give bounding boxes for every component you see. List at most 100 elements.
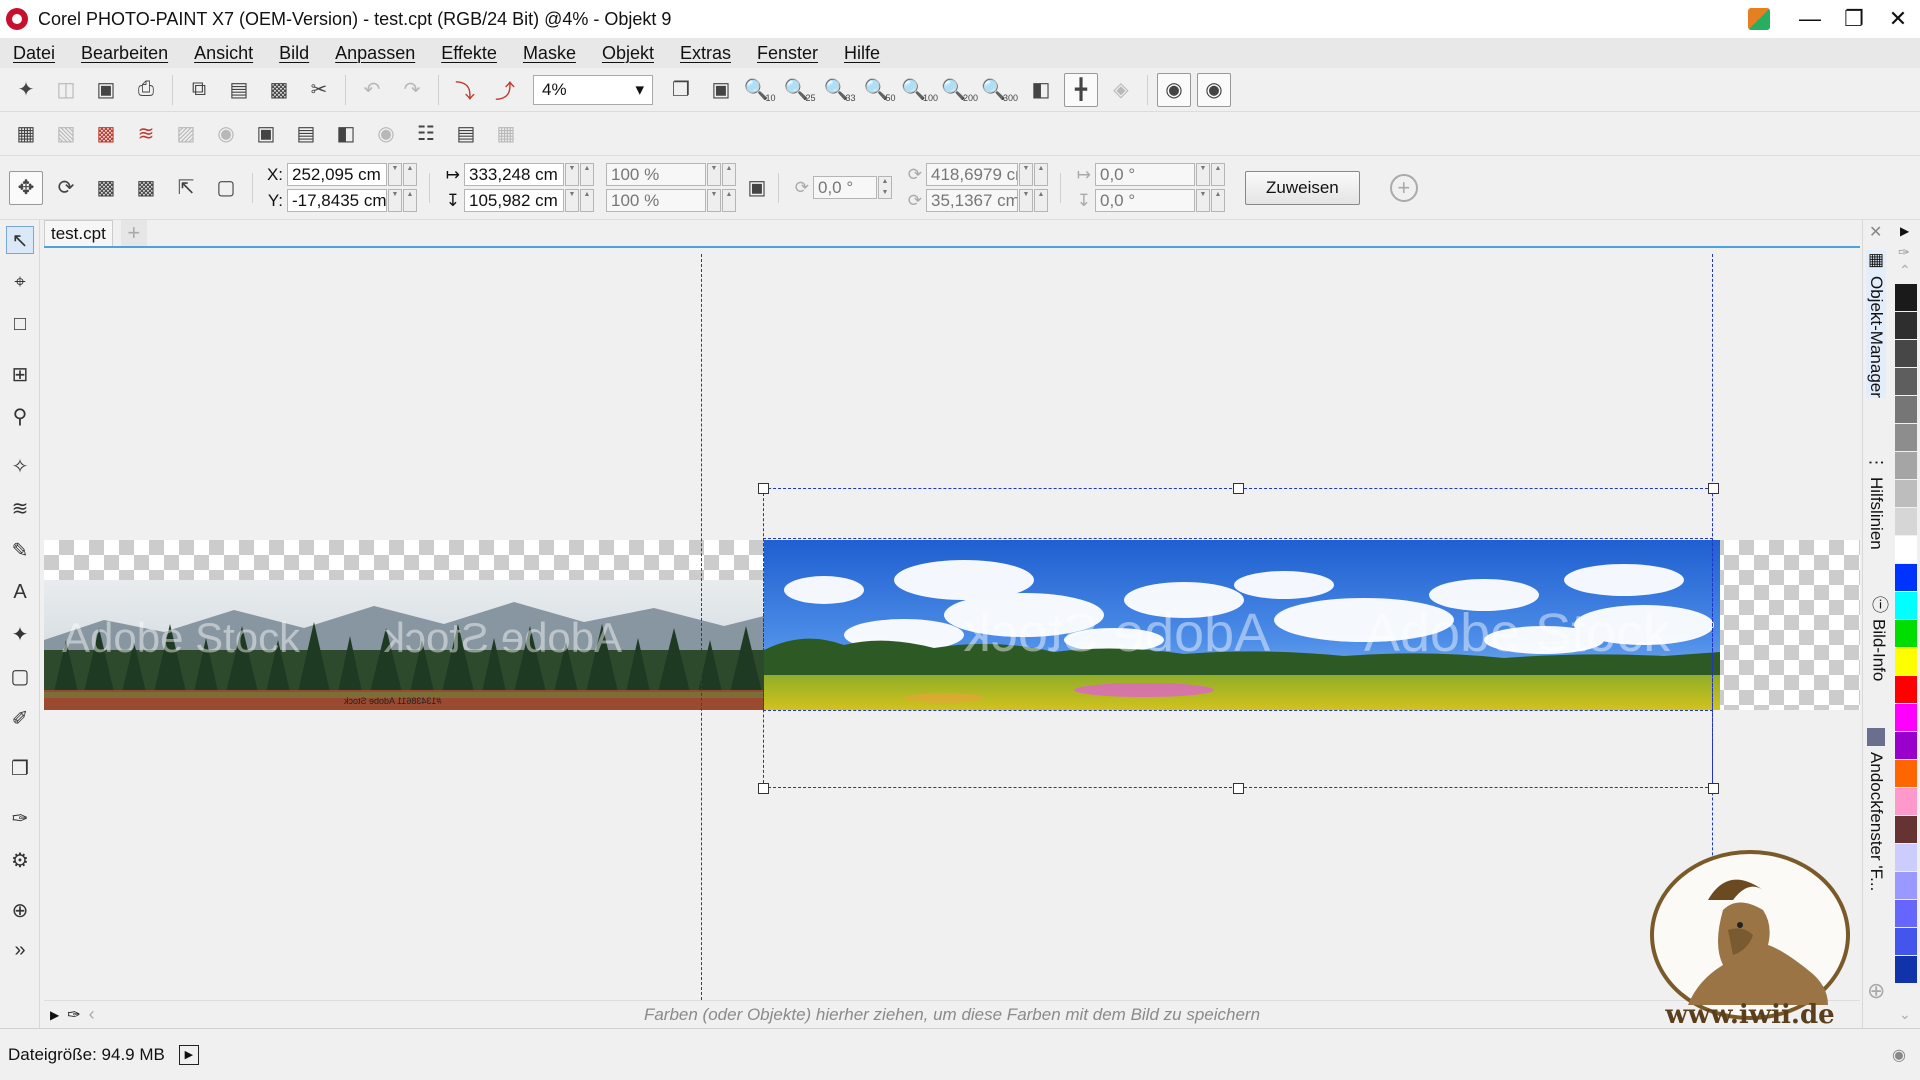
zoom-50-button[interactable]: 🔍 50	[864, 73, 898, 107]
color-channels-button[interactable]: ☷	[409, 117, 443, 151]
skew-v-nudge[interactable]: ▲	[1211, 189, 1225, 212]
scale-width-nudge[interactable]: ▲	[722, 163, 736, 186]
export-button[interactable]: ⤴	[488, 73, 522, 107]
x-nudge[interactable]: ▲	[403, 163, 417, 186]
color-swatch[interactable]	[1895, 928, 1917, 956]
mask-to-object-button[interactable]: ▨	[169, 117, 203, 151]
snap-to-guides-button[interactable]: ╋	[1064, 72, 1098, 107]
full-screen-preview-button[interactable]: ◧	[1024, 73, 1058, 107]
scale-width-input[interactable]: 100 %	[606, 163, 706, 186]
zoom-100-button[interactable]: 🔍 100	[901, 73, 938, 107]
color-swatch[interactable]	[1895, 424, 1917, 452]
create-object-button[interactable]: ▣	[249, 117, 283, 151]
rotate-mode-button[interactable]: ⟳	[49, 171, 83, 205]
docker-tab-image-info[interactable]: ⓘ Bild-Info	[1866, 596, 1891, 681]
mask-select-all-button[interactable]: ▦	[9, 117, 43, 151]
height-spinner[interactable]: ▼	[565, 189, 579, 212]
width-spinner[interactable]: ▼	[565, 163, 579, 186]
menu-fenster[interactable]: Fenster	[748, 43, 835, 64]
skew-mode-button[interactable]: ▩	[129, 171, 163, 205]
center-y-spinner[interactable]: ▼	[1019, 189, 1033, 212]
center-y-input[interactable]: 35,1367 cm	[926, 189, 1018, 212]
cut-button[interactable]: ✂	[302, 73, 336, 107]
resize-handle-top-right[interactable]	[1708, 483, 1719, 494]
rotation-spinner[interactable]: ▲ ▼	[878, 176, 892, 199]
color-swatch[interactable]	[1895, 508, 1917, 536]
y-nudge[interactable]: ▲	[403, 189, 417, 212]
color-swatch[interactable]	[1895, 732, 1917, 760]
docker-tab-guidelines[interactable]: ⋮ Hilfslinien	[1866, 454, 1886, 550]
color-swatch[interactable]	[1895, 564, 1917, 592]
red-eye-tool[interactable]: ✧	[6, 452, 34, 480]
color-swatch[interactable]	[1895, 900, 1917, 928]
y-position-input[interactable]: -17,8435 cm	[287, 189, 387, 212]
menu-bild[interactable]: Bild	[270, 43, 326, 64]
close-button[interactable]: ✕	[1876, 0, 1920, 38]
rotation-input[interactable]: 0,0 °	[813, 176, 877, 199]
copy-button[interactable]: ⧉	[182, 73, 216, 107]
zoom-300-button[interactable]: 🔍 300	[981, 73, 1018, 107]
height-nudge[interactable]: ▲	[580, 189, 594, 212]
scale-mode-button[interactable]: ▩	[89, 171, 123, 205]
x-spinner[interactable]: ▼	[388, 163, 402, 186]
save-button[interactable]: ▣	[89, 73, 123, 107]
menu-datei[interactable]: Datei	[4, 43, 72, 64]
assign-button[interactable]: Zuweisen	[1245, 170, 1360, 205]
distort-mode-button[interactable]: ⇱	[169, 171, 203, 205]
center-x-input[interactable]: 418,6979 cr	[926, 163, 1018, 186]
width-nudge[interactable]: ▲	[580, 163, 594, 186]
paste-new-button[interactable]: ▩	[262, 73, 296, 107]
vertical-guideline[interactable]	[701, 254, 702, 1000]
menu-bearbeiten[interactable]: Bearbeiten	[72, 43, 185, 64]
status-info-button[interactable]: ▶	[178, 1044, 199, 1065]
document-palette[interactable]: ▶ ✑ ‹ Farben (oder Objekte) hierher zieh…	[44, 1000, 1860, 1028]
toolbox-add-button[interactable]: ⊕	[6, 896, 34, 924]
show-object-marquee-button[interactable]: ◉	[1197, 72, 1231, 107]
skew-h-nudge[interactable]: ▲	[1211, 163, 1225, 186]
zoom-200-button[interactable]: 🔍 200	[941, 73, 978, 107]
palette-scroll-up-icon[interactable]: ⌃	[1899, 262, 1911, 279]
paint-tool[interactable]: ✐	[6, 704, 34, 732]
skew-v-input[interactable]: 0,0 °	[1095, 189, 1195, 212]
color-swatch[interactable]	[1895, 480, 1917, 508]
corel-app-icon[interactable]	[6, 8, 28, 30]
zoom-33-button[interactable]: 🔍 33	[824, 73, 858, 107]
color-swatch[interactable]	[1895, 760, 1917, 788]
perspective-mode-button[interactable]: ▢	[209, 171, 243, 205]
menu-ansicht[interactable]: Ansicht	[185, 43, 270, 64]
add-preset-button[interactable]: +	[1389, 173, 1418, 202]
color-swatch[interactable]	[1895, 648, 1917, 676]
transparency-tool[interactable]: ❐	[6, 754, 34, 782]
new-document-tab-button[interactable]: +	[120, 220, 147, 246]
toolbox-expand-button[interactable]: »	[6, 936, 34, 964]
image-info-button[interactable]: ▤	[449, 117, 483, 151]
undo-button[interactable]: ↶	[355, 73, 389, 107]
zoom-10-button[interactable]: 🔍 10	[744, 73, 778, 107]
color-swatch[interactable]	[1895, 872, 1917, 900]
resize-handle-bottom[interactable]	[1233, 783, 1244, 794]
effect-tool[interactable]: ✦	[6, 620, 34, 648]
forest-image-object[interactable]: Adobe Stock Adobe Stock #13438611 Adobe …	[44, 580, 764, 710]
notification-icon[interactable]	[1748, 8, 1770, 30]
canvas-area[interactable]: Adobe Stock Adobe Stock #13438611 Adobe …	[44, 250, 1860, 1000]
menu-extras[interactable]: Extras	[671, 43, 748, 64]
y-spinner[interactable]: ▼	[388, 189, 402, 212]
snap-to-objects-button[interactable]: ◈	[1104, 73, 1138, 107]
fill-tool[interactable]: ⚙	[6, 846, 34, 874]
skew-h-input[interactable]: 0,0 °	[1095, 163, 1195, 186]
color-swatch[interactable]	[1895, 704, 1917, 732]
palette-scroll-down-icon[interactable]: ⌄	[1899, 1006, 1911, 1023]
height-input[interactable]: 105,982 cm	[464, 189, 564, 212]
resize-handle-bottom-right[interactable]	[1708, 783, 1719, 794]
skew-h-spinner[interactable]: ▼	[1196, 163, 1210, 186]
print-button[interactable]: ⎙	[129, 73, 163, 107]
lens-button[interactable]: ◉	[369, 117, 403, 151]
mask-remove-button[interactable]: ▧	[49, 117, 83, 151]
pick-tool[interactable]: ↖	[6, 226, 34, 254]
lock-ratio-button[interactable]: ▣	[745, 171, 769, 205]
scale-width-spinner[interactable]: ▼	[707, 163, 721, 186]
menu-hilfe[interactable]: Hilfe	[835, 43, 897, 64]
eraser-tool[interactable]: ✎	[6, 536, 34, 564]
color-swatch[interactable]	[1895, 368, 1917, 396]
menu-objekt[interactable]: Objekt	[593, 43, 671, 64]
